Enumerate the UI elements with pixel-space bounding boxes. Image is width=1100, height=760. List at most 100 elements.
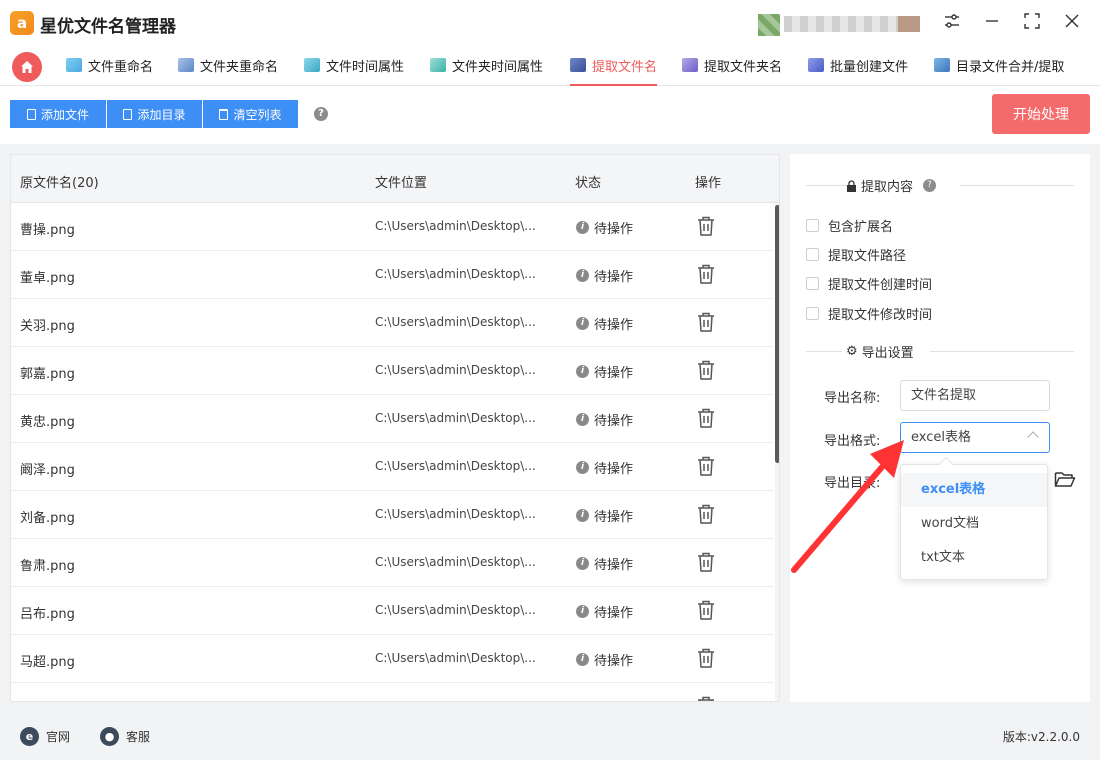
file-location: C:\Users\admin\Desktop\... <box>375 459 536 473</box>
start-processing-button[interactable]: 开始处理 <box>992 94 1090 134</box>
table-row[interactable]: 鲁肃.png C:\Users\admin\Desktop\... i 待操作 <box>11 539 773 587</box>
folder-open-icon[interactable] <box>1054 470 1076 492</box>
export-format-dropdown: excel表格 word文档 txt文本 <box>900 456 1048 580</box>
format-option-excel[interactable]: excel表格 <box>901 473 1047 507</box>
table-row[interactable]: 关羽.png C:\Users\admin\Desktop\... i 待操作 <box>11 299 773 347</box>
header-filename[interactable]: 原文件名(20) <box>20 172 99 191</box>
checkbox[interactable] <box>806 277 819 290</box>
tab-label: 文件重命名 <box>88 60 154 75</box>
file-location: C:\Users\admin\Desktop\... <box>375 219 536 233</box>
add-directory-button[interactable]: 添加目录 <box>107 100 202 128</box>
file-name: 董卓.png <box>20 271 75 286</box>
info-icon: i <box>576 461 589 474</box>
website-label: 官网 <box>46 730 71 744</box>
option-extract-path[interactable]: 提取文件路径 <box>806 245 906 264</box>
website-link[interactable]: e 官网 <box>20 727 70 746</box>
delete-icon[interactable] <box>697 648 715 672</box>
export-name-input[interactable]: 文件名提取 <box>900 380 1050 411</box>
info-icon: i <box>576 413 589 426</box>
format-option-word[interactable]: word文档 <box>901 507 1047 541</box>
table-row[interactable]: 吕布.png C:\Users\admin\Desktop\... i 待操作 <box>11 587 773 635</box>
tab-label: 文件夹时间属性 <box>452 60 544 75</box>
tab-file-time[interactable]: 文件时间属性 <box>304 56 404 86</box>
maximize-icon[interactable] <box>1020 12 1044 36</box>
tab-extract-foldername[interactable]: 提取文件夹名 <box>682 56 782 86</box>
status-cell: i 待操作 <box>576 218 633 237</box>
delete-icon[interactable] <box>697 504 715 528</box>
tab-file-rename[interactable]: 文件重命名 <box>66 56 153 86</box>
delete-icon[interactable] <box>697 696 715 701</box>
tab-extract-filename[interactable]: 提取文件名 <box>570 56 658 86</box>
version-text: 版本:v2.2.0.0 <box>1002 730 1080 744</box>
delete-icon[interactable] <box>697 360 715 384</box>
info-icon: i <box>576 653 589 666</box>
help-icon[interactable]: ? <box>314 107 328 121</box>
document-icon <box>26 108 36 120</box>
title-bar: a 星优文件名管理器 <box>0 0 1100 48</box>
option-include-extension[interactable]: 包含扩展名 <box>806 216 893 235</box>
table-row[interactable]: 刘备.png C:\Users\admin\Desktop\... i 待操作 <box>11 491 773 539</box>
user-name-blurred[interactable] <box>784 16 920 32</box>
delete-icon[interactable] <box>697 408 715 432</box>
clear-list-label: 清空列表 <box>233 107 282 122</box>
batch-create-icon <box>808 58 824 72</box>
status-cell: i 待操作 <box>576 554 633 573</box>
add-file-button[interactable]: 添加文件 <box>10 100 106 128</box>
scroll-thumb[interactable] <box>775 205 779 463</box>
header-status[interactable]: 状态 <box>575 172 601 191</box>
status-text: 待操作 <box>594 318 634 333</box>
user-avatar[interactable] <box>758 14 780 36</box>
tab-label: 目录文件合并/提取 <box>956 60 1065 75</box>
checkbox[interactable] <box>806 307 819 320</box>
table-row[interactable]: 黄忠.png C:\Users\admin\Desktop\... i 待操作 <box>11 395 773 443</box>
table-row[interactable] <box>11 683 773 701</box>
status-text: 待操作 <box>594 510 634 525</box>
home-button[interactable] <box>12 52 42 82</box>
delete-icon[interactable] <box>697 216 715 240</box>
checkbox[interactable] <box>806 248 819 261</box>
support-label: 客服 <box>126 730 151 744</box>
tab-merge-extract[interactable]: 目录文件合并/提取 <box>934 56 1064 86</box>
format-option-txt[interactable]: txt文本 <box>901 541 1047 575</box>
option-label: 提取文件修改时间 <box>828 308 933 323</box>
support-link[interactable]: ● 客服 <box>100 727 150 746</box>
option-extract-modified-time[interactable]: 提取文件修改时间 <box>806 304 932 323</box>
table-row[interactable]: 马超.png C:\Users\admin\Desktop\... i 待操作 <box>11 635 773 683</box>
table-row[interactable]: 阚泽.png C:\Users\admin\Desktop\... i 待操作 <box>11 443 773 491</box>
header-location[interactable]: 文件位置 <box>375 172 427 191</box>
status-cell: i 待操作 <box>576 266 633 285</box>
info-icon: i <box>576 317 589 330</box>
minimize-icon[interactable] <box>980 12 1004 36</box>
file-location: C:\Users\admin\Desktop\... <box>375 363 536 377</box>
tab-folder-time[interactable]: 文件夹时间属性 <box>430 56 543 86</box>
delete-icon[interactable] <box>697 552 715 576</box>
file-name: 曹操.png <box>20 223 75 238</box>
lock-icon <box>847 179 856 192</box>
option-extract-created-time[interactable]: 提取文件创建时间 <box>806 274 932 293</box>
status-cell: i 待操作 <box>576 506 633 525</box>
app-logo: a <box>10 11 34 35</box>
delete-icon[interactable] <box>697 264 715 288</box>
tab-batch-create[interactable]: 批量创建文件 <box>808 56 908 86</box>
extract-filename-icon <box>570 58 586 72</box>
delete-icon[interactable] <box>697 312 715 336</box>
table-row[interactable]: 郭嘉.png C:\Users\admin\Desktop\... i 待操作 <box>11 347 773 395</box>
export-format-select[interactable]: excel表格 <box>900 422 1050 453</box>
ie-icon: e <box>20 727 39 746</box>
file-location: C:\Users\admin\Desktop\... <box>375 267 536 281</box>
settings-sliders-icon[interactable] <box>940 12 964 36</box>
header-action: 操作 <box>695 176 722 191</box>
checkbox[interactable] <box>806 219 819 232</box>
tab-label: 文件夹重命名 <box>200 60 279 75</box>
delete-icon[interactable] <box>697 456 715 480</box>
table-row[interactable]: 曹操.png C:\Users\admin\Desktop\... i 待操作 <box>11 203 773 251</box>
help-icon[interactable]: ? <box>923 179 937 192</box>
file-location: C:\Users\admin\Desktop\... <box>375 411 536 425</box>
clear-list-button[interactable]: 清空列表 <box>203 100 298 128</box>
close-icon[interactable] <box>1060 12 1084 36</box>
status-cell: i 待操作 <box>576 650 633 669</box>
table-row[interactable]: 董卓.png C:\Users\admin\Desktop\... i 待操作 <box>11 251 773 299</box>
info-icon: i <box>576 221 589 234</box>
tab-folder-rename[interactable]: 文件夹重命名 <box>178 56 278 86</box>
delete-icon[interactable] <box>697 600 715 624</box>
